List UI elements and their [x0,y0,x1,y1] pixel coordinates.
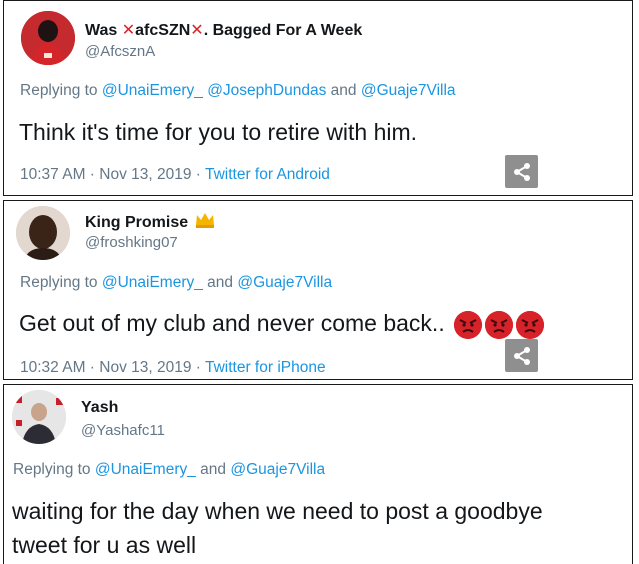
share-button[interactable] [505,155,538,188]
tweet-card[interactable]: Was ✕afcSZN✕. Bagged For A Week @AfcsznA… [3,0,633,196]
red-x-emoji: ✕ [121,22,136,39]
user-handle[interactable]: @AfcsznA [85,43,155,60]
angry-face-emoji [516,310,545,339]
mention-link[interactable]: @UnaiEmery_ [102,274,203,291]
tweet-text: Get out of my club and never come back.. [19,310,545,339]
timestamp[interactable]: 10:32 AM · Nov 13, 2019 · [20,359,205,376]
red-x-emoji: ✕ [190,22,204,39]
tweet-text: Think it's time for you to retire with h… [19,119,418,145]
mention-link[interactable]: @JosephDundas [207,82,326,99]
mention-link[interactable]: @UnaiEmery_ [95,461,196,478]
reply-context: Replying to @UnaiEmery_ and @Guaje7Villa [20,274,333,291]
angry-face-emoji [485,310,514,339]
reply-context: Replying to @UnaiEmery_ and @Guaje7Villa [13,461,326,478]
tweet-card[interactable]: King Promise @froshking07 Replying to @U… [3,200,633,380]
mention-link[interactable]: @Guaje7Villa [361,82,456,99]
avatar[interactable] [12,390,66,444]
share-icon [513,162,530,181]
share-icon [513,346,530,365]
tweet-text-line-1: waiting for the day when we need to post… [12,498,543,524]
source-link[interactable]: Twitter for iPhone [205,359,326,376]
user-handle[interactable]: @Yashafc11 [81,422,165,439]
reply-context: Replying to @UnaiEmery_ @JosephDundas an… [20,82,456,99]
tweet-text-line-2: tweet for u as well [12,532,197,558]
crown-emoji [195,213,214,228]
tweet-meta: 10:37 AM · Nov 13, 2019 · Twitter for An… [20,166,330,184]
mention-link[interactable]: @Guaje7Villa [230,461,325,478]
tweet-meta: 10:32 AM · Nov 13, 2019 · Twitter for iP… [20,359,326,377]
mention-link[interactable]: @Guaje7Villa [237,274,332,291]
tweet-card[interactable]: Yash @Yashafc11 Replying to @UnaiEmery_ … [3,384,633,564]
display-name[interactable]: King Promise [85,212,215,232]
source-link[interactable]: Twitter for Android [205,166,330,183]
user-handle[interactable]: @froshking07 [85,234,178,251]
mention-link[interactable]: @UnaiEmery_ [102,82,203,99]
display-name[interactable]: Was ✕afcSZN✕. Bagged For A Week [85,20,362,40]
angry-face-emoji [454,310,483,339]
display-name[interactable]: Yash [81,399,118,417]
share-button[interactable] [505,339,538,372]
avatar[interactable] [16,206,70,260]
avatar[interactable] [21,11,75,65]
timestamp[interactable]: 10:37 AM · Nov 13, 2019 · [20,166,205,183]
